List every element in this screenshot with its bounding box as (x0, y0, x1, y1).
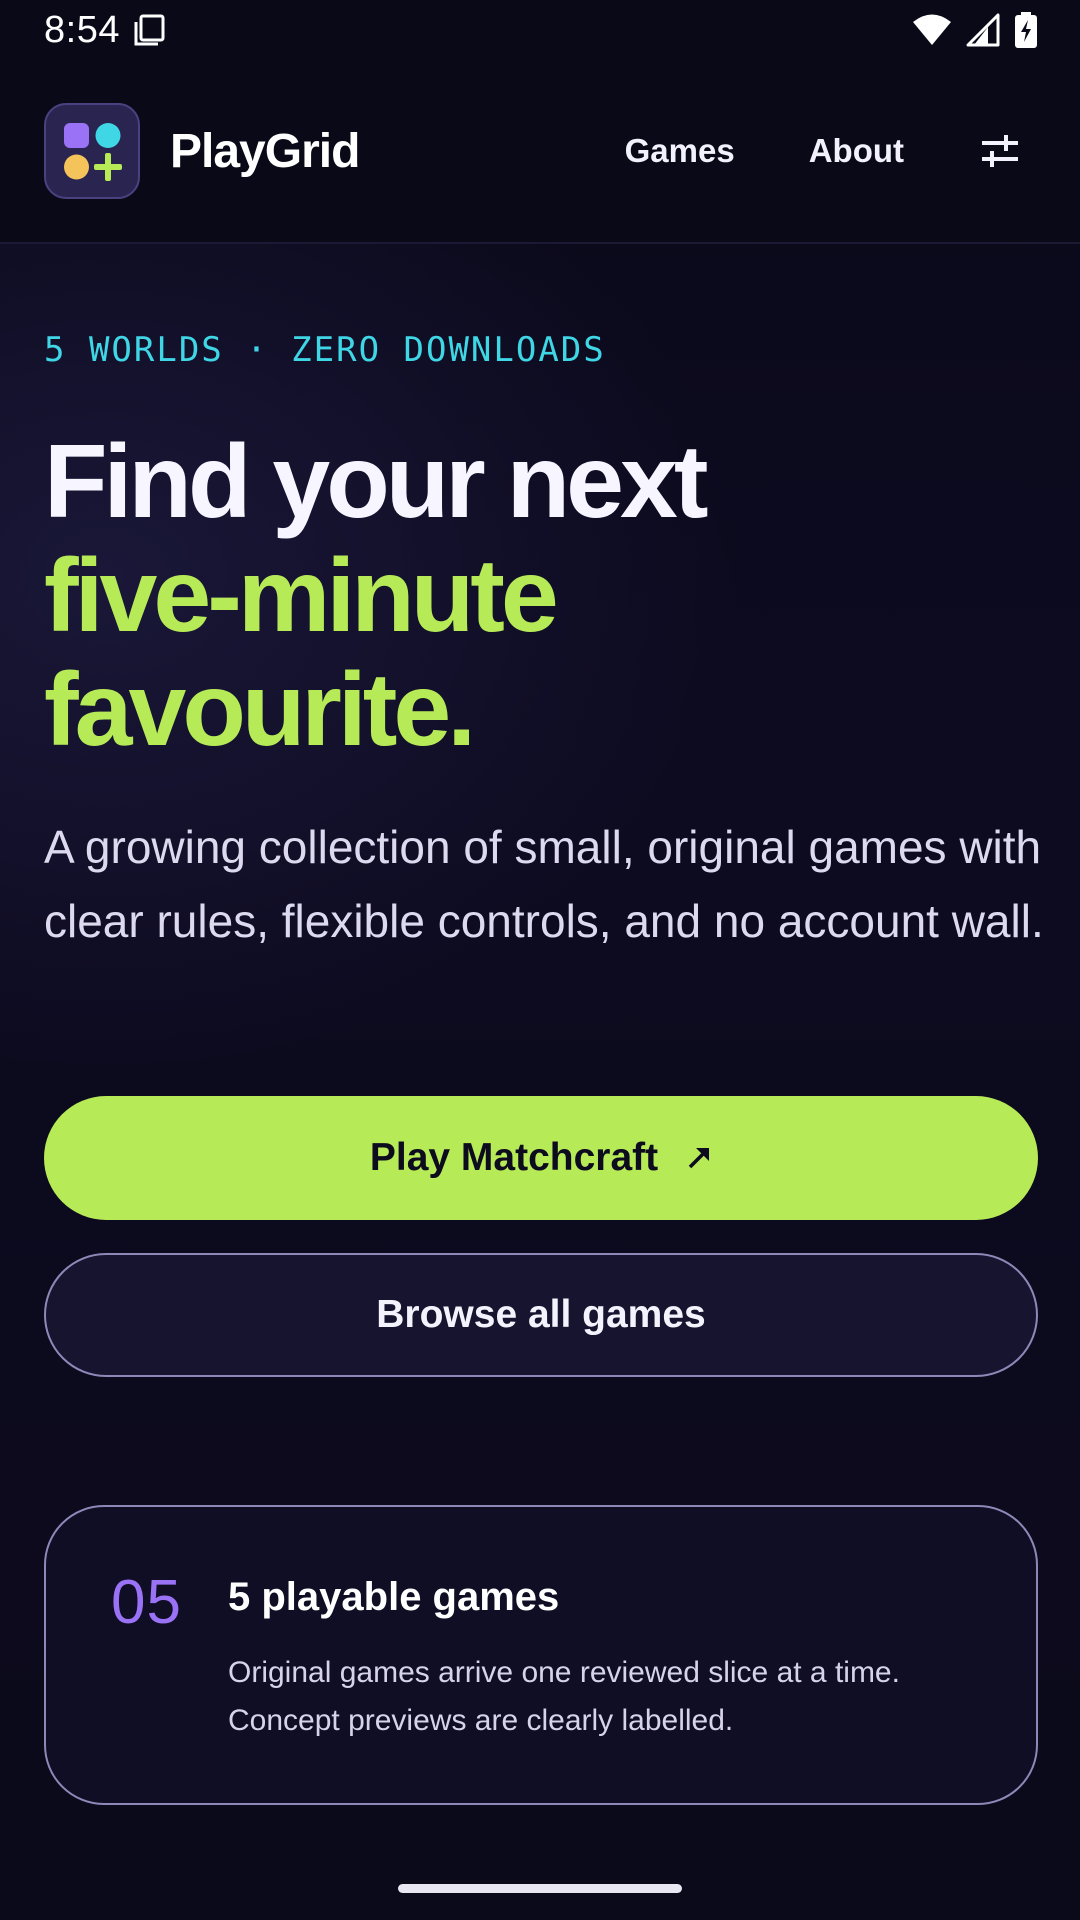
games-count-description: Original games arrive one reviewed slice… (228, 1656, 900, 1737)
status-time-group: 8:54 (44, 9, 166, 52)
games-count-card: 05 5 playable games Original games arriv… (44, 1505, 1038, 1805)
browse-all-games-label: Browse all games (376, 1293, 706, 1336)
games-count-title: 5 playable games (228, 1575, 560, 1619)
arrow-up-right-icon (688, 1148, 710, 1169)
hero-eyebrow: 5 WORLDS · ZERO DOWNLOADS (44, 330, 606, 370)
screenshot-icon (134, 14, 165, 46)
headline-line-2: five-minute (44, 538, 559, 654)
play-matchcraft-label: Play Matchcraft (369, 1136, 659, 1179)
hero-headline: Find your next five-minute favourite. (44, 425, 1044, 767)
site-header: PlayGrid Games About (0, 60, 1080, 244)
browse-all-games-button[interactable]: Browse all games (44, 1253, 1038, 1377)
main-nav: Games About (551, 129, 1036, 173)
hero-description: A growing collection of small, original … (44, 821, 1044, 947)
nav-link-games[interactable]: Games (625, 132, 735, 170)
gesture-home-bar[interactable] (398, 1884, 682, 1893)
status-time: 8:54 (44, 8, 120, 51)
headline-line-1: Find your next (44, 424, 708, 540)
brand-name[interactable]: PlayGrid (170, 124, 360, 179)
status-icons (912, 12, 1038, 48)
cell-signal-icon (966, 13, 1000, 47)
nav-link-about[interactable]: About (809, 132, 904, 170)
battery-charging-icon (1015, 12, 1037, 48)
wifi-icon (913, 14, 951, 45)
games-count-number: 05 (111, 1568, 182, 1637)
sliders-icon[interactable] (978, 129, 1022, 173)
page: 8:54 PlayGrid Games About 5 WORLDS · ZER… (0, 0, 1080, 1920)
play-matchcraft-button[interactable]: Play Matchcraft (44, 1096, 1038, 1220)
playgrid-logo-icon[interactable] (44, 103, 140, 199)
status-bar: 8:54 (0, 0, 1080, 60)
headline-line-3: favourite. (44, 652, 476, 768)
